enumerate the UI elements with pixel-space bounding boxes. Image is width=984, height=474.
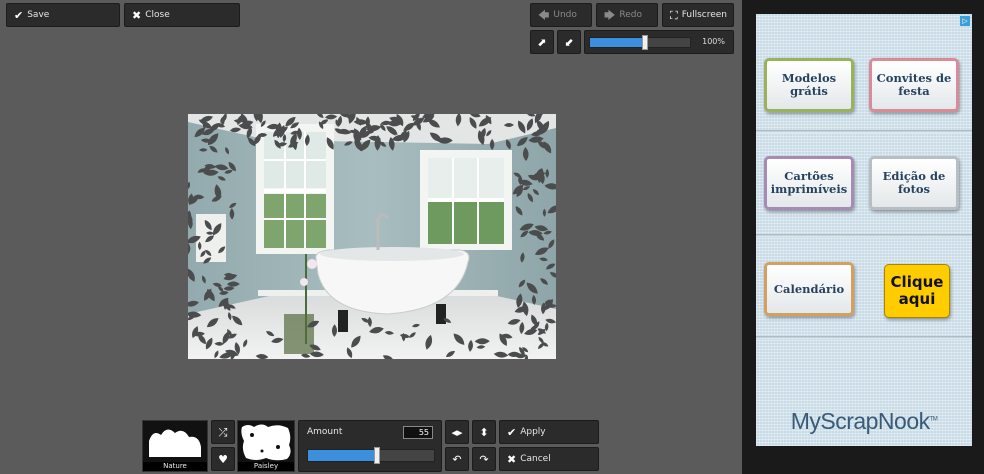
ad-button-convites[interactable]: Convites de festa <box>869 58 959 112</box>
ad-button-edicao[interactable]: Edição de fotos <box>869 156 959 210</box>
mask-caption-paisley: Paisley <box>238 462 294 471</box>
redo-button-label: Redo <box>619 10 642 20</box>
arrow-right-icon: 🡆 <box>604 8 616 22</box>
mask-thumbnail-nature[interactable]: Nature <box>142 420 208 472</box>
checkmark-icon: ✔ <box>507 425 517 439</box>
checkmark-icon: ✔ <box>14 8 24 22</box>
redo-button[interactable]: 🡆 Redo <box>596 3 658 27</box>
fullscreen-button[interactable]: ⛶ Fullscreen <box>662 3 734 27</box>
amount-slider[interactable] <box>307 447 435 464</box>
rotate-left-icon: ↶ <box>452 452 462 466</box>
ad-panel: ▷ Modelos grátis Convites de festa Cartõ… <box>742 0 984 474</box>
shrink-arrow-icon: ⬋ <box>564 35 574 49</box>
mask-thumbnail-paisley[interactable]: Paisley <box>237 420 295 472</box>
favorite-button[interactable]: ♥ <box>211 447 235 471</box>
expand-arrow-icon: ⬈ <box>537 35 547 49</box>
zoom-slider[interactable] <box>589 35 691 50</box>
shelf-divider <box>756 336 972 339</box>
flip-vertical-icon: ⬍ <box>479 425 489 439</box>
bathroom-photo <box>188 114 556 359</box>
cancel-button-label: Cancel <box>520 454 551 464</box>
apply-button-label: Apply <box>520 427 546 437</box>
flip-vertical-button[interactable]: ⬍ <box>472 420 496 444</box>
ad-logo: MyScrapNookTM <box>756 408 972 435</box>
fullscreen-icon: ⛶ <box>670 8 678 22</box>
close-button[interactable]: ✖ Close <box>124 3 240 27</box>
zoom-slider-fill <box>590 38 645 47</box>
shelf-divider <box>756 130 972 133</box>
undo-button[interactable]: 🡄 Undo <box>530 3 592 27</box>
rotate-left-button[interactable]: ↶ <box>445 447 469 471</box>
ad-button-modelos[interactable]: Modelos grátis <box>764 58 854 112</box>
arrow-left-icon: 🡄 <box>538 8 550 22</box>
amount-control: Amount 55 <box>298 420 442 472</box>
zoom-level: 100% <box>702 37 725 46</box>
ad-button-calendario[interactable]: Calendário <box>764 262 854 316</box>
ad-banner[interactable]: ▷ Modelos grátis Convites de festa Cartõ… <box>756 14 972 446</box>
apply-button[interactable]: ✔ Apply <box>499 420 599 444</box>
rotate-right-icon: ↷ <box>479 452 489 466</box>
shuffle-icon: ⤮ <box>218 425 228 439</box>
ad-logo-text: MyScrapNook <box>790 408 930 434</box>
save-button-label: Save <box>27 10 50 20</box>
close-icon: ✖ <box>507 452 517 466</box>
ad-choices-icon[interactable]: ▷ <box>960 16 970 26</box>
fullscreen-button-label: Fullscreen <box>681 10 728 20</box>
rotate-right-button[interactable]: ↷ <box>472 447 496 471</box>
save-button[interactable]: ✔ Save <box>6 3 120 27</box>
ad-logo-tm: TM <box>929 416 938 423</box>
zoom-actual-button[interactable]: ⬋ <box>557 30 581 54</box>
close-button-label: Close <box>145 10 170 20</box>
ad-button-cartoes[interactable]: Cartões imprimíveis <box>764 156 854 210</box>
nature-mask-shape <box>149 429 201 457</box>
amount-input[interactable]: 55 <box>403 426 433 439</box>
amount-slider-handle[interactable] <box>374 447 381 464</box>
flip-horizontal-button[interactable]: ◂▸ <box>445 420 469 444</box>
zoom-slider-handle[interactable] <box>642 35 648 50</box>
ad-button-clique-aqui[interactable]: Clique aqui <box>884 264 950 318</box>
amount-label: Amount <box>307 427 343 437</box>
paisley-mask-shape <box>241 424 291 461</box>
close-icon: ✖ <box>132 8 142 22</box>
heart-icon: ♥ <box>218 452 228 466</box>
canvas-image[interactable] <box>188 114 556 359</box>
amount-slider-fill <box>308 450 378 461</box>
undo-button-label: Undo <box>553 10 577 20</box>
flip-horizontal-icon: ◂▸ <box>451 425 463 439</box>
shelf-divider <box>756 234 972 237</box>
cancel-button[interactable]: ✖ Cancel <box>499 447 599 471</box>
shuffle-button[interactable]: ⤮ <box>211 420 235 444</box>
zoom-fit-button[interactable]: ⬈ <box>530 30 554 54</box>
zoom-control: 100% <box>584 30 734 54</box>
mask-caption-nature: Nature <box>143 462 207 471</box>
